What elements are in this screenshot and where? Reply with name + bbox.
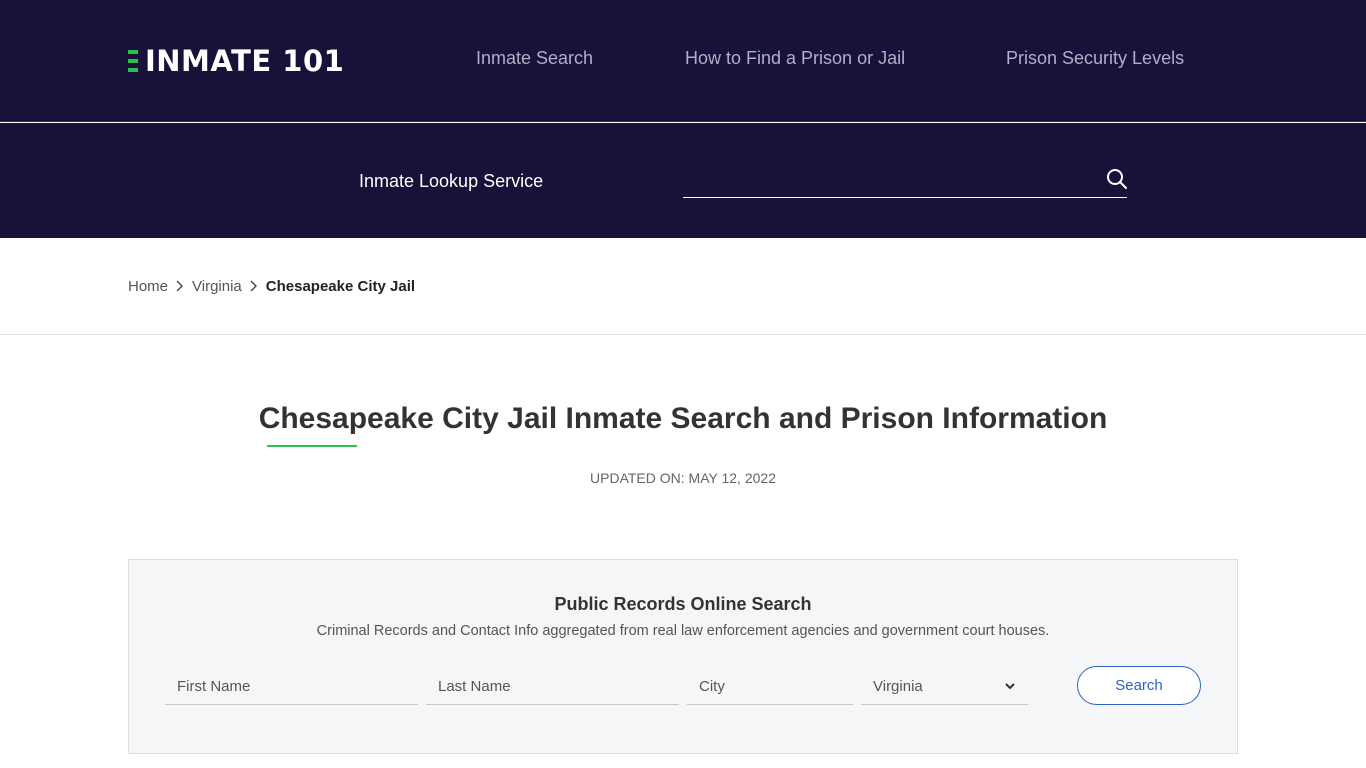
chevron-down-icon: [1005, 683, 1015, 690]
chevron-right-icon: [250, 280, 257, 292]
first-name-field[interactable]: [165, 668, 418, 705]
public-records-search: Public Records Online Search Criminal Re…: [128, 559, 1238, 754]
nav-inmate-search[interactable]: Inmate Search: [476, 48, 593, 69]
title-underline: [267, 445, 357, 447]
section-divider: [0, 334, 1366, 335]
lookup-label: Inmate Lookup Service: [359, 171, 544, 191]
last-name-field[interactable]: [426, 668, 679, 705]
page-title: Chesapeake City Jail Inmate Search and P…: [258, 402, 1108, 435]
breadcrumb: Home Virginia Chesapeake City Jail: [128, 276, 415, 296]
nav-find-prison[interactable]: How to Find a Prison or Jail: [685, 48, 905, 69]
city-field[interactable]: [687, 668, 853, 705]
updated-date: UPDATED ON: MAY 12, 2022: [590, 470, 776, 486]
search-icon: [1107, 168, 1127, 189]
nav-security-levels[interactable]: Prison Security Levels: [1006, 48, 1184, 69]
records-title: Public Records Online Search: [554, 594, 812, 614]
state-select[interactable]: Virginia: [861, 668, 1028, 705]
breadcrumb-home[interactable]: Home: [128, 278, 168, 295]
records-subtitle: Criminal Records and Contact Info aggreg…: [316, 623, 1050, 639]
breadcrumb-virginia[interactable]: Virginia: [192, 278, 242, 295]
lookup-bar: Inmate Lookup Service: [0, 123, 1366, 238]
search-button[interactable]: Search: [1077, 666, 1201, 705]
site-header: INMATE 101 Inmate Search How to Find a P…: [0, 0, 1366, 122]
lookup-input[interactable]: [683, 163, 1127, 198]
chevron-right-icon: [176, 280, 184, 292]
main-nav: Inmate Search How to Find a Prison or Ja…: [0, 48, 1366, 74]
breadcrumb-current: Chesapeake City Jail: [265, 277, 416, 295]
state-select-value: Virginia: [873, 677, 923, 695]
lookup-search-button[interactable]: [1103, 166, 1131, 194]
